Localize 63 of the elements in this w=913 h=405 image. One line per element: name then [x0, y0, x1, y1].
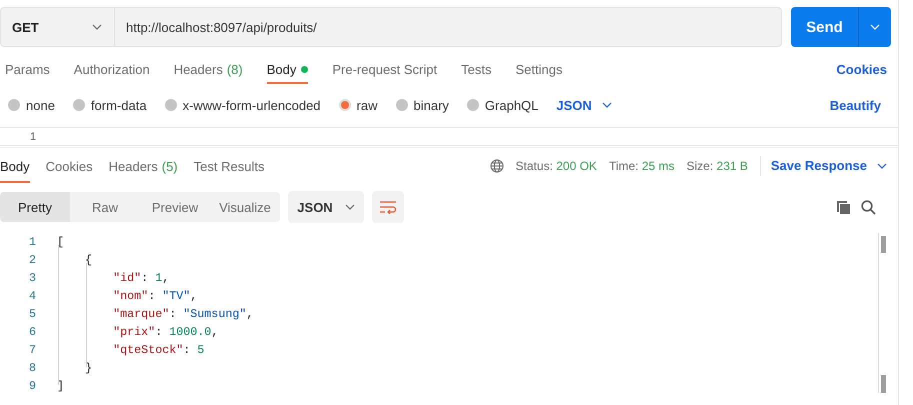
status-text: Size: 231 B: [686, 158, 748, 172]
chevron-down-icon: [92, 24, 102, 30]
code-line: ]: [57, 379, 64, 393]
status-text: Status: 200 OK: [516, 158, 597, 172]
method-select[interactable]: GET: [0, 7, 115, 47]
body-type-radio[interactable]: raw: [338, 98, 378, 112]
body-type-radio[interactable]: GraphQL: [466, 98, 538, 112]
chevron-down-icon: [344, 204, 355, 210]
chevron-down-icon: [877, 162, 887, 168]
view-mode-tab[interactable]: Visualize: [210, 192, 280, 222]
response-tab[interactable]: Headers (5): [108, 148, 178, 183]
body-type-radio[interactable]: binary: [396, 98, 449, 112]
response-tab[interactable]: Test Results: [194, 148, 264, 183]
chevron-down-icon: [870, 24, 880, 30]
body-type-radio[interactable]: x-www-form-urlencoded: [164, 98, 321, 112]
copy-icon[interactable]: [836, 200, 851, 214]
request-tab[interactable]: Pre-request Script: [332, 54, 438, 84]
status-text: Time: 25 ms: [608, 158, 675, 172]
view-mode-tab[interactable]: Preview: [140, 192, 210, 222]
response-tab[interactable]: Cookies: [46, 148, 93, 183]
line-number: 1: [28, 235, 37, 249]
search-icon[interactable]: [861, 200, 876, 214]
request-tab[interactable]: Headers (8): [174, 54, 243, 84]
view-mode-tab[interactable]: Raw: [70, 192, 140, 222]
line-number: 8: [28, 361, 37, 375]
globe-icon: [490, 158, 504, 172]
url-field[interactable]: http://localhost:8097/api/produits/: [115, 7, 782, 47]
body-type-radio[interactable]: form-data: [72, 98, 147, 112]
line-number: 1: [30, 130, 36, 144]
response-format-select[interactable]: JSON: [288, 191, 364, 223]
view-mode-tab[interactable]: Pretty: [0, 192, 70, 222]
code-line: {: [84, 253, 92, 267]
beautify-link[interactable]: Beautify: [830, 98, 881, 112]
send-options-button[interactable]: [858, 7, 891, 47]
line-number: 7: [28, 343, 37, 357]
code-line: "nom": "TV",: [112, 289, 198, 303]
line-number: 5: [28, 307, 37, 321]
cookies-link[interactable]: Cookies: [836, 62, 887, 76]
save-response-button[interactable]: Save Response: [770, 158, 887, 173]
wrap-lines-icon: [379, 200, 397, 214]
request-tab[interactable]: Params: [5, 54, 50, 84]
request-tab[interactable]: Settings: [515, 54, 562, 84]
request-tab[interactable]: Body: [266, 54, 308, 84]
line-number: 6: [28, 325, 37, 339]
body-format-select[interactable]: JSON: [556, 98, 612, 112]
send-button[interactable]: Send: [791, 7, 858, 47]
code-line: "prix": 1000.0,: [112, 325, 218, 339]
line-number: 9: [28, 379, 37, 393]
code-line: [: [57, 235, 64, 249]
wrap-lines-button[interactable]: [372, 191, 404, 223]
body-type-radio[interactable]: none: [8, 98, 55, 112]
scrollbar[interactable]: [878, 233, 887, 393]
request-tab[interactable]: Authorization: [74, 54, 150, 84]
line-number: 4: [28, 289, 37, 303]
request-tab[interactable]: Tests: [461, 54, 492, 84]
request-editor[interactable]: 1: [0, 127, 898, 146]
code-line: "qteStock": 5: [112, 343, 204, 357]
chevron-down-icon: [602, 102, 612, 108]
response-tab[interactable]: Body: [0, 148, 30, 183]
code-line: "id": 1,: [112, 271, 170, 285]
line-number: 2: [28, 253, 37, 267]
code-line: "marque": "Sumsung",: [112, 307, 254, 321]
line-number: 3: [28, 271, 37, 285]
